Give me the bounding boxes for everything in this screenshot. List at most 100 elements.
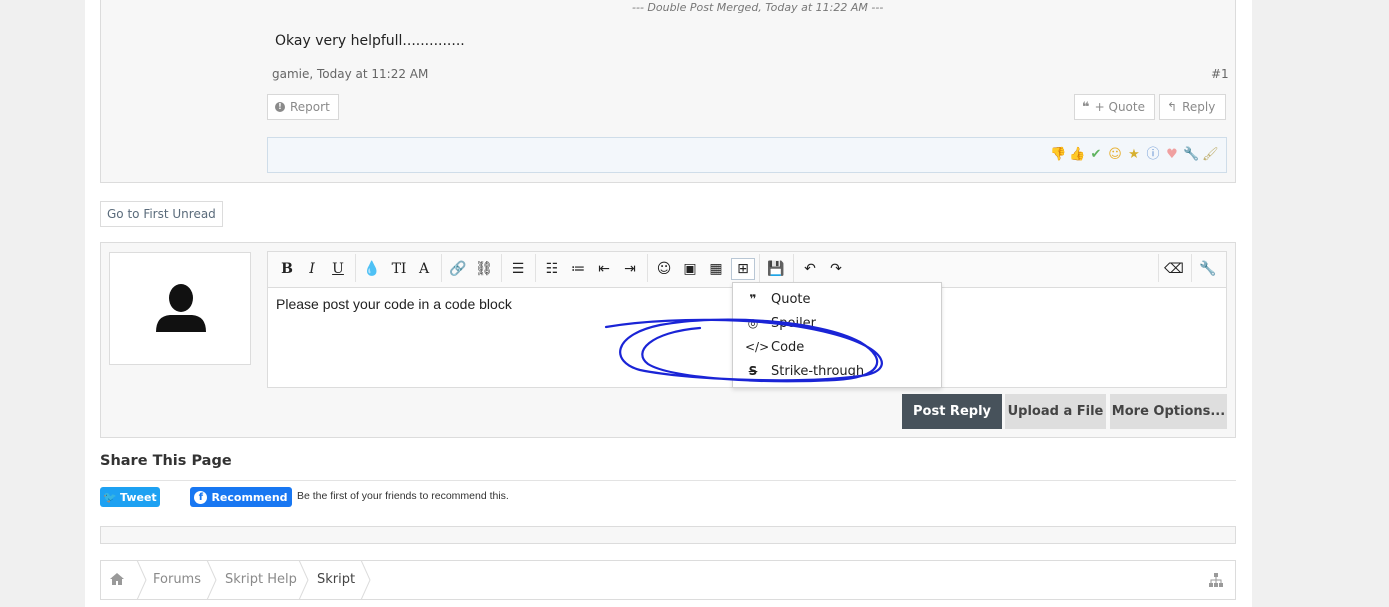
droplet-icon: 💧	[363, 261, 381, 277]
toolbar-separator	[793, 254, 794, 282]
more-options-button[interactable]: More Options...	[1110, 394, 1227, 429]
save-draft-button[interactable]: 💾	[764, 258, 788, 280]
bullet-list-icon: ☷	[545, 261, 559, 277]
recommend-button[interactable]: f Recommend	[190, 487, 292, 507]
facebook-icon: f	[194, 490, 208, 504]
editor-content[interactable]: Please post your code in a code block	[276, 296, 512, 312]
editor-options-button[interactable]: 🔧	[1196, 258, 1220, 280]
toolbar-separator	[647, 254, 648, 282]
message-text: Okay very helpfull..............	[275, 33, 465, 49]
toolbar-separator	[355, 254, 356, 282]
brush-icon[interactable]: 🖌	[1202, 147, 1219, 163]
menu-item-quote[interactable]: ❞ Quote	[745, 290, 811, 308]
post-reply-button[interactable]: Post Reply	[902, 394, 1002, 429]
link-button[interactable]: 🔗	[446, 258, 470, 280]
indent-button[interactable]: ⇥	[618, 258, 642, 280]
color-button[interactable]: 💧	[360, 258, 384, 280]
report-button[interactable]: ! Report	[267, 94, 339, 120]
share-title: Share This Page	[100, 453, 232, 469]
author-meta[interactable]: gamie, Today at 11:22 AM	[272, 67, 428, 81]
font-size-button[interactable]: TI	[387, 258, 411, 280]
merge-note-prefix: --- Double Post Merged,	[632, 1, 762, 14]
check-icon[interactable]: ✔	[1088, 147, 1104, 163]
remove-format-button[interactable]: ⌫	[1162, 258, 1186, 280]
breadcrumb-skript-help[interactable]: Skript Help	[225, 572, 297, 587]
image-icon: ▣	[683, 261, 697, 277]
toolbar-separator	[759, 254, 760, 282]
align-button[interactable]: ☰	[506, 258, 530, 280]
quote-label: + Quote	[1094, 100, 1145, 114]
toolbar-separator	[535, 254, 536, 282]
quote-icon: ❝	[1082, 99, 1090, 115]
avatar	[109, 252, 251, 365]
menu-item-label: Strike-through	[771, 363, 865, 379]
redo-icon: ↷	[830, 261, 842, 277]
undo-icon: ↶	[804, 261, 816, 277]
go-first-unread-button[interactable]: Go to First Unread	[100, 201, 223, 227]
menu-item-spoiler[interactable]: ◎ Spoiler	[745, 314, 816, 332]
outdent-icon: ⇤	[598, 261, 610, 277]
indent-icon: ⇥	[624, 261, 636, 277]
heart-icon[interactable]: ♥	[1164, 147, 1180, 163]
thumbs-up-icon[interactable]: 👍	[1069, 147, 1085, 163]
eye-slash-icon: ◎	[747, 316, 759, 330]
thumbs-down-icon[interactable]: 👎	[1050, 147, 1066, 163]
toolbar-separator	[501, 254, 502, 282]
font-family-button[interactable]: A	[412, 258, 436, 280]
code-icon: </>	[745, 340, 770, 354]
breadcrumb-skript[interactable]: Skript	[317, 572, 355, 587]
upload-file-button[interactable]: Upload a File	[1005, 394, 1106, 429]
menu-item-strikethrough[interactable]: S Strike-through	[745, 362, 864, 380]
merge-note-suffix: ---	[871, 1, 884, 14]
sitemap-icon[interactable]	[1208, 572, 1224, 588]
smilies-button[interactable]: ☺	[652, 258, 676, 280]
breadcrumb-chevron	[136, 560, 147, 600]
smile-icon: ☺	[656, 261, 672, 277]
facebook-social-text: Be the first of your friends to recommen…	[297, 490, 509, 502]
empty-bar	[100, 526, 1236, 544]
star-icon[interactable]: ★	[1126, 147, 1142, 163]
unlink-button[interactable]: ⛓	[472, 258, 496, 280]
recommend-label: Recommend	[211, 490, 288, 504]
image-button[interactable]: ▣	[678, 258, 702, 280]
breadcrumb-forums[interactable]: Forums	[153, 572, 201, 587]
italic-button[interactable]: I	[300, 258, 324, 280]
reply-button[interactable]: ↰ Reply	[1159, 94, 1226, 120]
menu-item-label: Code	[771, 339, 805, 355]
info-icon[interactable]: ⓘ	[1145, 147, 1161, 163]
undo-button[interactable]: ↶	[798, 258, 822, 280]
user-icon	[156, 284, 206, 332]
menu-item-label: Quote	[771, 291, 811, 307]
quote-icon: ❞	[749, 292, 757, 306]
alert-icon: !	[275, 102, 285, 112]
menu-item-code[interactable]: </> Code	[745, 338, 804, 356]
align-left-icon: ☰	[511, 261, 525, 277]
divider	[100, 480, 1236, 481]
breadcrumb-chevron	[206, 560, 217, 600]
bullet-list-button[interactable]: ☷	[540, 258, 564, 280]
redo-button[interactable]: ↷	[824, 258, 848, 280]
twitter-icon: 🐦	[103, 490, 118, 504]
home-icon[interactable]	[109, 571, 125, 587]
wrench-icon: 🔧	[1199, 261, 1217, 277]
smile-icon[interactable]: ☺	[1107, 147, 1123, 163]
numbered-list-button[interactable]: ≔	[566, 258, 590, 280]
post-number[interactable]: #1	[1211, 67, 1229, 81]
tweet-button[interactable]: 🐦 Tweet	[100, 487, 160, 507]
link-icon: 🔗	[449, 261, 467, 277]
quote-button[interactable]: ❝ + Quote	[1074, 94, 1155, 120]
reply-icon: ↰	[1167, 100, 1178, 114]
media-button[interactable]: ▦	[704, 258, 728, 280]
toolbar-separator	[1158, 254, 1159, 282]
menu-item-label: Spoiler	[771, 315, 817, 331]
eraser-icon: ⌫	[1164, 261, 1184, 277]
toolbar-separator	[441, 254, 442, 282]
outdent-button[interactable]: ⇤	[592, 258, 616, 280]
merge-note: --- Double Post Merged, Today at 11:22 A…	[632, 1, 883, 14]
reply-label: Reply	[1182, 100, 1216, 114]
breadcrumb-chevron	[298, 560, 309, 600]
underline-button[interactable]: U	[326, 258, 350, 280]
wrench-icon[interactable]: 🔧	[1183, 147, 1199, 163]
insert-button[interactable]: ⊞	[731, 258, 755, 280]
bold-button[interactable]: B	[275, 258, 299, 280]
